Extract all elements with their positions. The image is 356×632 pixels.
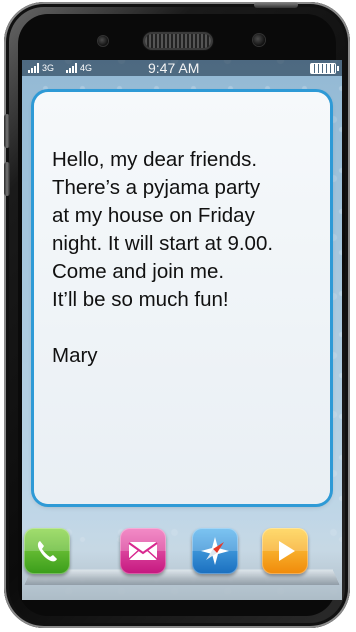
mail-icon: [128, 542, 158, 560]
mail-app-button[interactable]: [120, 528, 166, 574]
status-time: 9:47 AM: [148, 60, 200, 76]
message-line: Come and join me.: [52, 260, 225, 283]
power-button[interactable]: [254, 2, 298, 8]
network-type-label: 3G: [42, 63, 55, 73]
signal-strength-icon: 3G: [28, 63, 54, 73]
network-type-label: 4G: [80, 63, 93, 73]
compass-app-button[interactable]: [192, 528, 238, 574]
message-line: night. It will start at 9.00.: [52, 232, 274, 255]
message-card: Hello, my dear friends. There’s a pyjama…: [34, 92, 330, 504]
earpiece-speaker: [145, 34, 211, 48]
play-icon: [279, 541, 295, 561]
message-line: It’ll be so much fun!: [52, 288, 229, 311]
compass-icon: [201, 537, 229, 565]
phone-icon: [37, 541, 57, 562]
message-signature: Mary: [52, 344, 98, 367]
front-camera-icon: [98, 36, 108, 46]
volume-up-button[interactable]: [4, 114, 10, 148]
sensor-icon: [253, 34, 265, 46]
signal-strength-icon: 4G: [66, 63, 92, 73]
battery-icon: [310, 63, 339, 74]
status-bar: 3G 4G 9:47 AM: [22, 60, 342, 76]
phone-app-button[interactable]: [24, 528, 70, 574]
app-dock: [22, 518, 342, 600]
message-line: There’s a pyjama party: [52, 176, 261, 199]
volume-down-button[interactable]: [4, 162, 10, 196]
message-line: at my house on Friday: [52, 204, 255, 227]
video-app-button[interactable]: [262, 528, 308, 574]
message-line: Hello, my dear friends.: [52, 148, 258, 171]
phone-screen: 3G 4G 9:47 AM Hello, my dear friends. Th…: [22, 60, 342, 600]
